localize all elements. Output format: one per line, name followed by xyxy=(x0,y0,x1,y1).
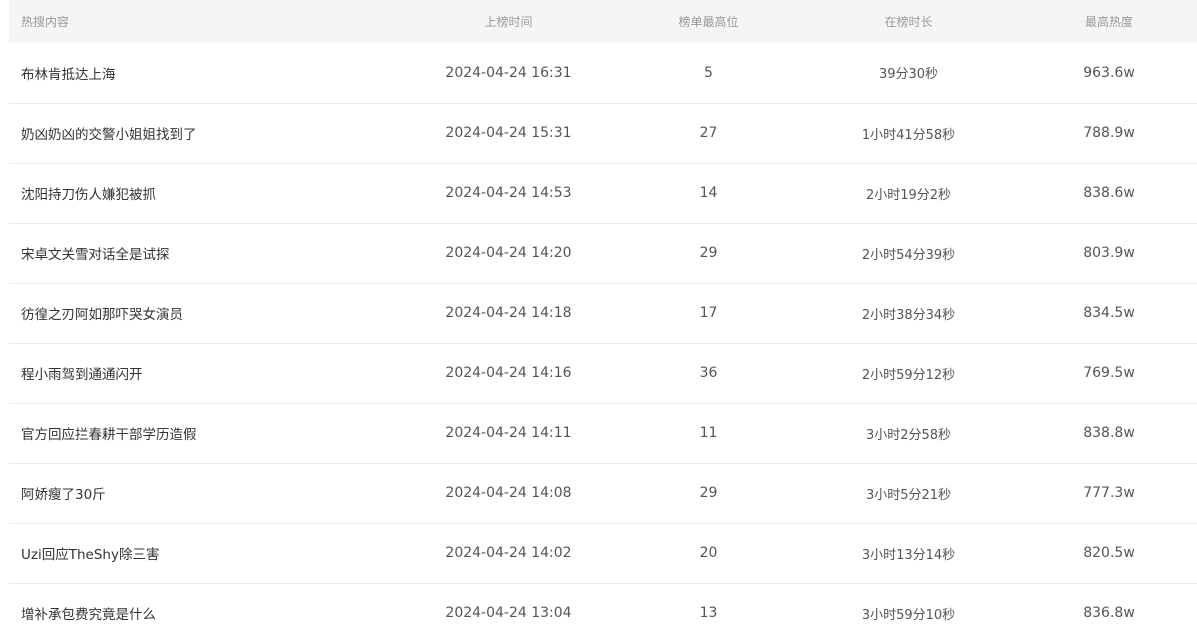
cell-rank: 29 xyxy=(699,245,718,261)
cell-duration: 1小时41分58秒 xyxy=(861,127,956,143)
cell-content[interactable]: 沈阳持刀伤人嫌犯被抓 xyxy=(9,163,396,223)
cell-rank: 14 xyxy=(699,185,718,201)
cell-time: 2024-04-24 15:31 xyxy=(445,125,572,141)
cell-heat: 803.9w xyxy=(1083,245,1135,261)
cell-duration: 3小时13分14秒 xyxy=(861,547,956,563)
cell-heat: 769.5w xyxy=(1083,365,1135,381)
table-row: 奶凶奶凶的交警小姐姐找到了 2024-04-24 15:31 27 1小时41分… xyxy=(9,103,1197,163)
cell-time: 2024-04-24 13:04 xyxy=(445,605,572,622)
cell-content[interactable]: 布林肯抵达上海 xyxy=(9,43,396,103)
cell-time: 2024-04-24 14:11 xyxy=(445,425,572,441)
column-header-rank: 榜单最高位 xyxy=(678,15,739,29)
column-header-content: 热搜内容 xyxy=(21,15,70,29)
cell-heat: 834.5w xyxy=(1083,305,1135,321)
cell-time: 2024-04-24 14:02 xyxy=(445,545,572,561)
cell-content[interactable]: 官方回应拦春耕干部学历造假 xyxy=(9,403,396,463)
table-row: 彷徨之刃阿如那吓哭女演员 2024-04-24 14:18 17 2小时38分3… xyxy=(9,283,1197,343)
cell-duration: 2小时19分2秒 xyxy=(865,187,952,203)
cell-content[interactable]: 增补承包费究竟是什么 xyxy=(9,583,396,639)
table-row: 增补承包费究竟是什么 2024-04-24 13:04 13 3小时59分10秒… xyxy=(9,583,1197,639)
cell-time: 2024-04-24 14:53 xyxy=(445,185,572,201)
cell-rank: 5 xyxy=(704,64,713,81)
cell-rank: 27 xyxy=(699,125,718,141)
hot-search-table-container: 热搜内容 上榜时间 榜单最高位 在榜时长 最高热度 布林肯抵达上海 2024-0… xyxy=(0,0,1197,639)
cell-rank: 13 xyxy=(699,605,718,622)
cell-heat: 838.8w xyxy=(1083,425,1135,441)
table-row: Uzi回应TheShy除三害 2024-04-24 14:02 20 3小时13… xyxy=(9,523,1197,583)
cell-rank: 36 xyxy=(699,365,718,381)
table-header-row: 热搜内容 上榜时间 榜单最高位 在榜时长 最高热度 xyxy=(9,0,1197,43)
cell-heat: 820.5w xyxy=(1083,545,1135,561)
table-row: 布林肯抵达上海 2024-04-24 16:31 5 39分30秒 963.6w xyxy=(9,43,1197,103)
cell-time: 2024-04-24 16:31 xyxy=(445,64,572,81)
cell-time: 2024-04-24 14:08 xyxy=(445,485,572,501)
cell-time: 2024-04-24 14:16 xyxy=(445,365,572,381)
cell-heat: 777.3w xyxy=(1083,485,1135,501)
cell-duration: 2小时38分34秒 xyxy=(861,307,956,323)
column-header-duration: 在榜时长 xyxy=(884,15,933,29)
table-row: 程小雨驾到通通闪开 2024-04-24 14:16 36 2小时59分12秒 … xyxy=(9,343,1197,403)
cell-heat: 836.8w xyxy=(1083,605,1135,622)
cell-content[interactable]: 彷徨之刃阿如那吓哭女演员 xyxy=(9,283,396,343)
cell-duration: 3小时59分10秒 xyxy=(861,607,956,623)
cell-time: 2024-04-24 14:18 xyxy=(445,305,572,321)
cell-duration: 2小时59分12秒 xyxy=(861,367,956,383)
column-header-heat: 最高热度 xyxy=(1084,15,1133,29)
cell-duration: 39分30秒 xyxy=(878,67,939,83)
cell-content[interactable]: 程小雨驾到通通闪开 xyxy=(9,343,396,403)
cell-content[interactable]: 阿娇瘦了30斤 xyxy=(9,463,396,523)
cell-heat: 963.6w xyxy=(1083,64,1135,81)
cell-content[interactable]: 宋卓文关雪对话全是试探 xyxy=(9,223,396,283)
cell-heat: 838.6w xyxy=(1083,185,1135,201)
cell-duration: 3小时2分58秒 xyxy=(865,427,952,443)
cell-content[interactable]: 奶凶奶凶的交警小姐姐找到了 xyxy=(9,103,396,163)
table-row: 沈阳持刀伤人嫌犯被抓 2024-04-24 14:53 14 2小时19分2秒 … xyxy=(9,163,1197,223)
cell-duration: 3小时5分21秒 xyxy=(865,487,952,503)
table-row: 阿娇瘦了30斤 2024-04-24 14:08 29 3小时5分21秒 777… xyxy=(9,463,1197,523)
cell-duration: 2小时54分39秒 xyxy=(861,247,956,263)
column-header-time: 上榜时间 xyxy=(484,15,533,29)
hot-search-table: 热搜内容 上榜时间 榜单最高位 在榜时长 最高热度 布林肯抵达上海 2024-0… xyxy=(9,0,1197,639)
cell-rank: 11 xyxy=(699,425,718,441)
cell-rank: 29 xyxy=(699,485,718,501)
cell-rank: 20 xyxy=(699,545,718,561)
cell-rank: 17 xyxy=(699,305,718,321)
cell-content[interactable]: Uzi回应TheShy除三害 xyxy=(9,523,396,583)
table-row: 宋卓文关雪对话全是试探 2024-04-24 14:20 29 2小时54分39… xyxy=(9,223,1197,283)
table-row: 官方回应拦春耕干部学历造假 2024-04-24 14:11 11 3小时2分5… xyxy=(9,403,1197,463)
cell-heat: 788.9w xyxy=(1083,125,1135,141)
cell-time: 2024-04-24 14:20 xyxy=(445,245,572,261)
